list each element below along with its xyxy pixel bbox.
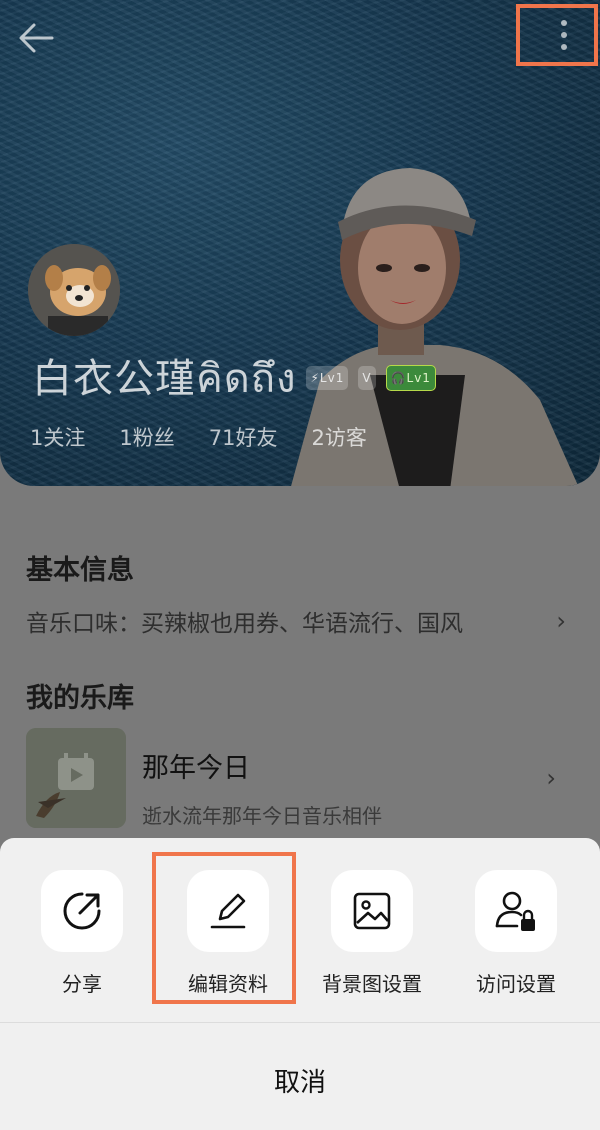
access-settings-action[interactable]: 访问设置 (454, 870, 578, 997)
edit-icon (210, 893, 246, 929)
edit-profile-label: 编辑资料 (188, 972, 268, 996)
chevron-right-icon: › (546, 764, 556, 792)
vip-level-badge: ⚡ Lv1 (306, 366, 349, 390)
share-tile (41, 870, 123, 952)
my-library-title: 我的乐库 (26, 683, 134, 714)
lightning-icon: ⚡ (310, 371, 320, 385)
library-item[interactable]: 那年今日 逝水流年那年今日音乐相伴 › (26, 728, 566, 828)
library-item-title: 那年今日 (142, 753, 250, 784)
music-taste-row[interactable]: 音乐口味：买辣椒也用券、华语流行、国风 › (26, 604, 566, 638)
avatar[interactable] (28, 244, 120, 336)
cancel-button[interactable]: 取消 (0, 1030, 600, 1130)
library-item-thumbnail (26, 728, 126, 828)
basic-info-title: 基本信息 (26, 555, 134, 586)
share-action[interactable]: 分享 (20, 870, 144, 997)
following-count[interactable]: 1关注 (30, 422, 85, 452)
friends-count[interactable]: 71好友 (209, 422, 278, 452)
user-lock-icon (495, 891, 535, 931)
v-icon: V (362, 371, 372, 385)
username-row: 白衣公瑾คิดถึง ⚡ Lv1 V 🎧 Lv1 (32, 348, 436, 408)
access-settings-tile (475, 870, 557, 952)
image-icon (353, 892, 391, 930)
background-settings-action[interactable]: 背景图设置 (310, 870, 434, 997)
dog-avatar-image (28, 244, 120, 336)
music-level-badge: 🎧 Lv1 (385, 365, 436, 391)
more-vertical-icon (561, 20, 567, 50)
share-icon (63, 892, 101, 930)
headphones-icon: 🎧 (390, 371, 407, 385)
share-label: 分享 (62, 972, 102, 996)
background-settings-tile (331, 870, 413, 952)
back-button[interactable] (14, 16, 58, 60)
sheet-divider (0, 1022, 600, 1023)
access-settings-label: 访问设置 (476, 972, 556, 996)
background-settings-label: 背景图设置 (322, 972, 422, 996)
chevron-right-icon: › (556, 607, 566, 635)
verified-badge: V (358, 366, 376, 390)
visitors-count[interactable]: 2访客 (311, 422, 366, 452)
edit-profile-action[interactable]: 编辑资料 (166, 870, 290, 997)
library-item-subtitle: 逝水流年那年今日音乐相伴 (142, 804, 382, 828)
music-taste-text: 音乐口味：买辣椒也用券、华语流行、国风 (26, 611, 463, 637)
profile-header: 白衣公瑾คิดถึง ⚡ Lv1 V 🎧 Lv1 1关注 1粉丝 71好友 2访客 (0, 0, 600, 486)
more-options-button[interactable] (516, 4, 598, 66)
profile-stats: 1关注 1粉丝 71好友 2访客 (30, 422, 367, 452)
username: 白衣公瑾คิดถึง (32, 356, 297, 402)
edit-profile-tile (187, 870, 269, 952)
fans-count[interactable]: 1粉丝 (119, 422, 174, 452)
arrow-left-icon (19, 23, 54, 53)
calendar-play-icon (26, 728, 126, 828)
